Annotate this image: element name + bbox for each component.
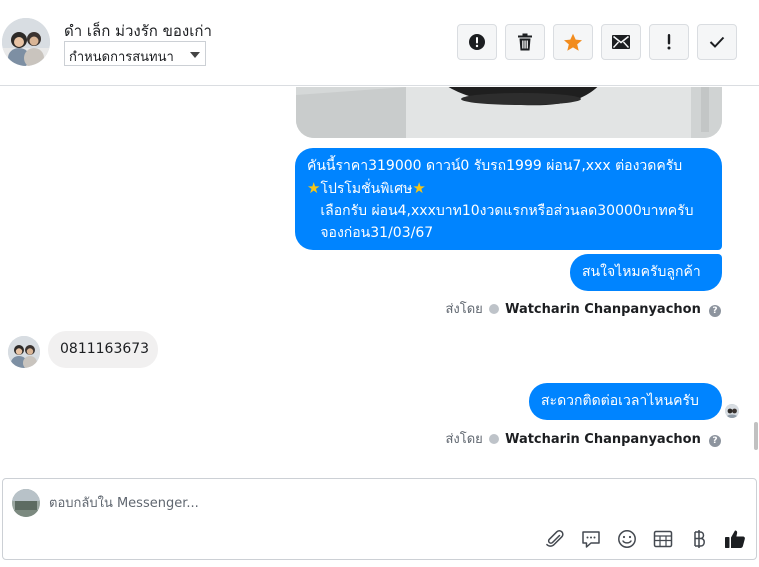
- message-text: 0811163673: [60, 341, 150, 357]
- reply-input[interactable]: [49, 491, 549, 515]
- sender-name[interactable]: Watcharin Chanpanyachon: [505, 302, 701, 317]
- attached-car-photo[interactable]: [296, 87, 722, 138]
- sent-by-label: ส่งโดย: [445, 302, 483, 317]
- sent-status-icon: [488, 434, 499, 444]
- trash-icon: [518, 33, 532, 51]
- incoming-message-bubble[interactable]: 0811163673: [48, 331, 158, 368]
- message-line: คันนี้ราคา319000 ดาวน์0 รับรถ1999 ผ่อน7,…: [307, 158, 683, 174]
- mark-done-button[interactable]: [697, 24, 737, 60]
- message-text: สะดวกติดต่อเวลาไหนครับ: [541, 393, 699, 409]
- message-line: เลือกรับ ผ่อน4,xxxบาท10งวดแรกหรือส่วนลด3…: [307, 203, 694, 219]
- sent-by-line: ส่งโดย Watcharin Chanpanyachon ?: [445, 298, 721, 319]
- message-thread[interactable]: คันนี้ราคา319000 ดาวน์0 รับรถ1999 ผ่อน7,…: [0, 87, 759, 465]
- follow-up-button[interactable]: [649, 24, 689, 60]
- contact-avatar-small[interactable]: [8, 336, 40, 368]
- star-icon: [564, 33, 582, 51]
- star-emoji-icon: ★: [307, 179, 321, 197]
- sent-by-line: ส่งโดย Watcharin Chanpanyachon ?: [445, 428, 721, 449]
- assign-conversation-select[interactable]: กำหนดการสนทนา: [64, 41, 206, 66]
- assign-select-value: กำหนดการสนทนา: [69, 50, 174, 65]
- appointment-button[interactable]: [651, 527, 675, 551]
- thread-scrollbar[interactable]: [753, 87, 759, 465]
- help-icon[interactable]: ?: [709, 305, 721, 317]
- emoji-button[interactable]: [615, 527, 639, 551]
- star-emoji-icon: ★: [412, 179, 426, 197]
- conversation-header: ดำ เล็ก ม่วงรัก ของเก่า กำหนดการสนทนา: [0, 0, 759, 86]
- contact-name[interactable]: ดำ เล็ก ม่วงรัก ของเก่า: [64, 19, 212, 43]
- saved-reply-icon: [582, 531, 600, 548]
- exclamation-icon: [667, 34, 671, 50]
- baht-icon: [694, 530, 705, 548]
- emoji-icon: [618, 530, 636, 548]
- scrollbar-thumb[interactable]: [754, 422, 758, 450]
- paperclip-icon: [546, 530, 564, 547]
- caret-down-icon: [190, 52, 200, 58]
- reply-composer: [2, 478, 757, 560]
- page-avatar: [12, 489, 40, 517]
- sender-name[interactable]: Watcharin Chanpanyachon: [505, 432, 701, 447]
- send-like-button[interactable]: [723, 527, 747, 551]
- help-icon[interactable]: ?: [709, 435, 721, 447]
- mark-unread-button[interactable]: [601, 24, 641, 60]
- seen-by-avatar: [725, 404, 739, 418]
- message-line: โปรโมชั่นพิเศษ: [320, 181, 413, 197]
- payment-button[interactable]: [687, 527, 711, 551]
- envelope-icon: [612, 35, 630, 49]
- attach-file-button[interactable]: [543, 527, 567, 551]
- outgoing-message-bubble[interactable]: สะดวกติดต่อเวลาไหนครับ: [529, 383, 722, 420]
- message-text: สนใจไหมครับลูกค้า: [582, 264, 701, 280]
- outgoing-message-bubble[interactable]: คันนี้ราคา319000 ดาวน์0 รับรถ1999 ผ่อน7,…: [295, 148, 722, 250]
- message-line: จองก่อน31/03/67: [307, 225, 434, 241]
- sent-status-icon: [488, 304, 499, 314]
- alert-circle-icon: [469, 34, 485, 50]
- mark-spam-button[interactable]: [457, 24, 497, 60]
- sent-by-label: ส่งโดย: [445, 432, 483, 447]
- thumbs-up-icon: [725, 530, 745, 548]
- star-button[interactable]: [553, 24, 593, 60]
- saved-replies-button[interactable]: [579, 527, 603, 551]
- appointment-icon: [653, 530, 673, 548]
- contact-avatar[interactable]: [2, 18, 50, 66]
- check-icon: [709, 36, 725, 48]
- delete-button[interactable]: [505, 24, 545, 60]
- outgoing-message-bubble[interactable]: สนใจไหมครับลูกค้า: [570, 254, 722, 291]
